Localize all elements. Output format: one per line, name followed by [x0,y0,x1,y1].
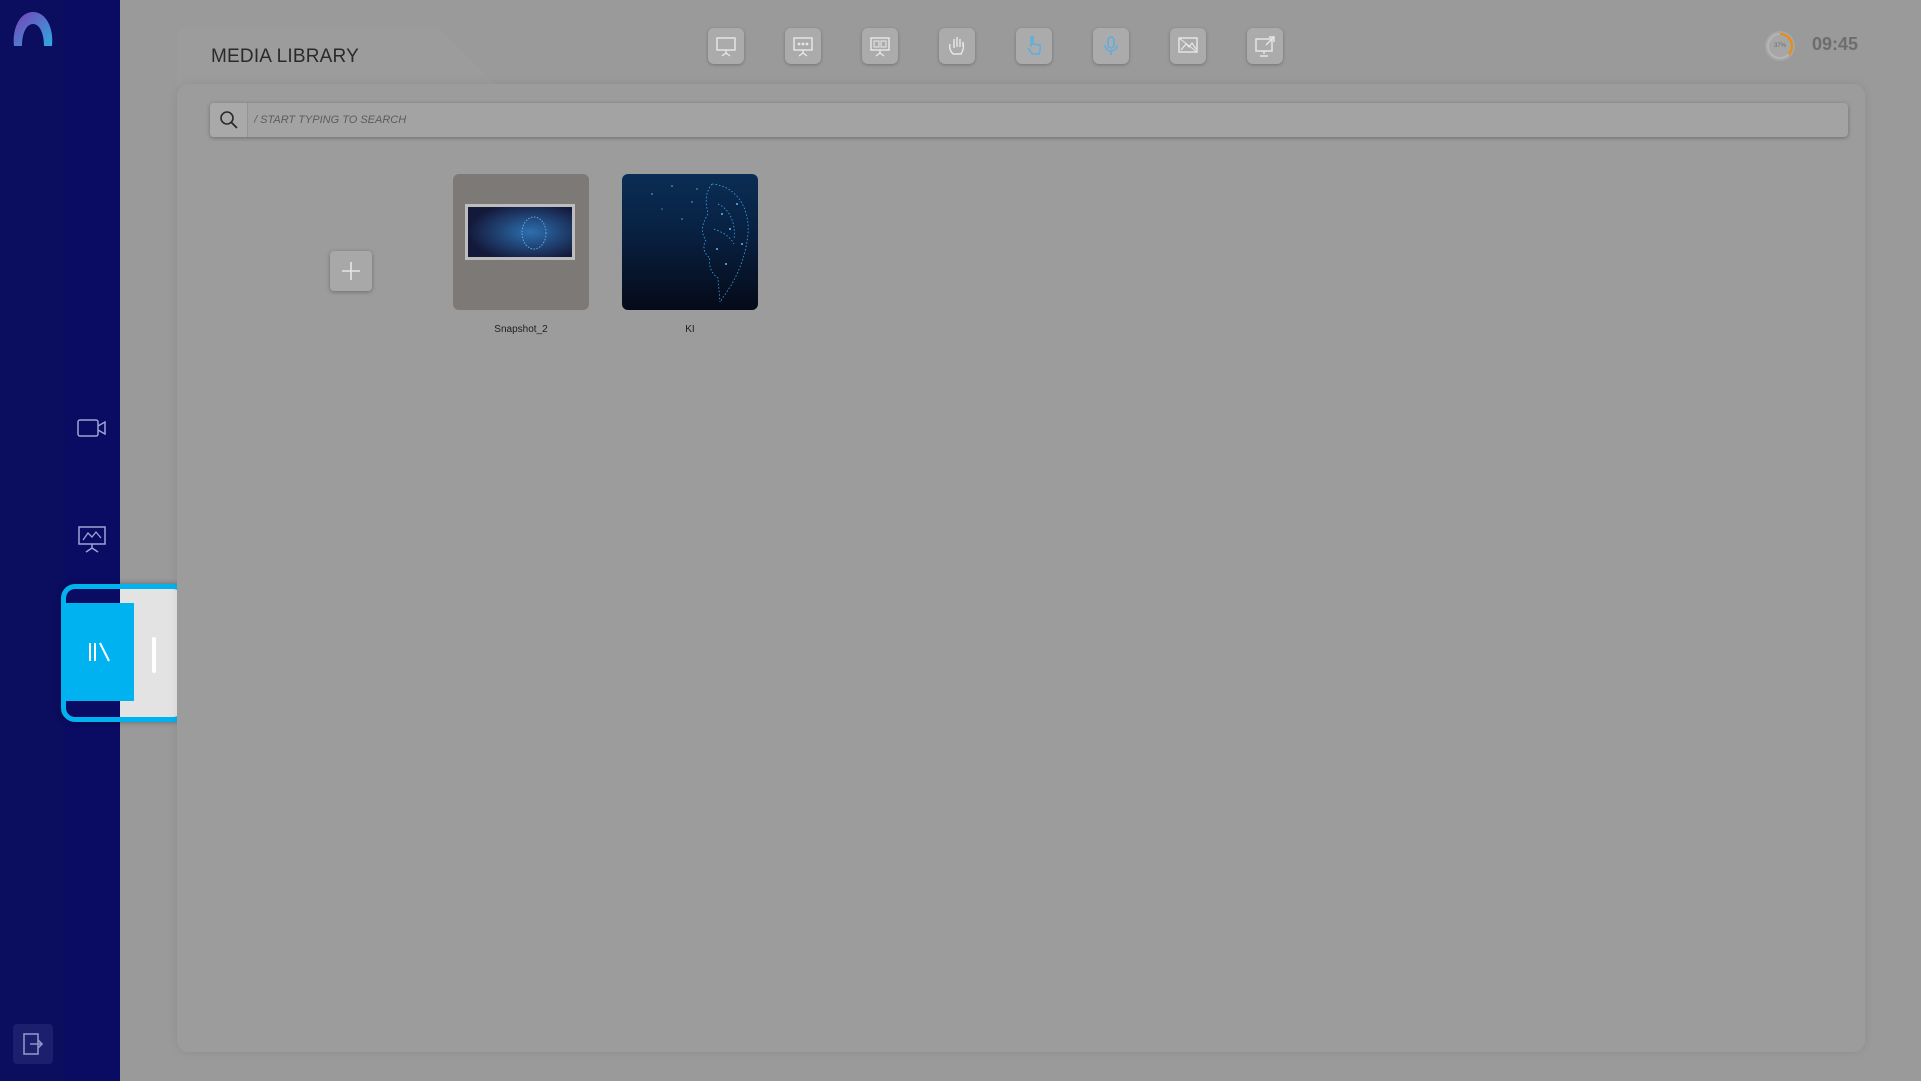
toolbar-touch-button[interactable] [1016,28,1052,64]
drag-handle[interactable] [152,637,156,673]
screen-share-icon [1255,36,1275,57]
raised-hand-icon [948,37,965,55]
search-button[interactable] [210,103,248,137]
toolbar-microphone-button[interactable] [1093,28,1129,64]
status-ring: 37% [1765,31,1795,61]
add-media-button[interactable] [330,251,372,291]
plus-icon [342,262,360,280]
toolbar-share-button[interactable] [1247,28,1283,64]
status-ring-label: 37% [1773,43,1786,49]
media-item-ki[interactable]: KI [622,174,758,335]
library-tile [66,603,134,701]
media-thumbnail [453,174,589,310]
toolbar-presentation-button[interactable] [708,28,744,64]
presentation-board-icon [78,526,106,553]
toolbar-raise-hand-button[interactable] [939,28,975,64]
touch-pointer-icon [1027,35,1042,55]
microphone-icon [1104,36,1118,55]
media-thumbnail [622,174,758,310]
clock: 09:45 [1812,34,1859,54]
library-icon [89,642,110,662]
app-logo [10,8,56,50]
toolbar-multiscreen-button[interactable] [862,28,898,64]
exit-button[interactable] [13,1024,53,1064]
multi-screen-icon [870,37,890,57]
audience-screen-icon [793,37,813,57]
sidebar-item-presentation[interactable] [74,521,110,557]
image-frame-icon [1178,37,1198,53]
media-library-panel [177,84,1865,1052]
search-input[interactable] [254,103,1834,137]
exit-icon [23,1033,44,1055]
sidebar-item-video[interactable] [74,410,110,446]
sidebar-outer-rail [0,0,65,1081]
media-label: KI [685,324,695,335]
toolbar-audience-button[interactable] [785,28,821,64]
page-title: MEDIA LIBRARY [211,46,359,67]
presentation-screen-icon [716,37,736,57]
sidebar-item-library[interactable] [61,584,187,722]
search-icon [219,111,238,129]
search-bar [210,103,1848,137]
media-item-snapshot[interactable]: Snapshot_2 [453,174,589,335]
media-label: Snapshot_2 [494,324,548,335]
video-camera-icon [77,419,106,437]
toolbar-image-button[interactable] [1170,28,1206,64]
